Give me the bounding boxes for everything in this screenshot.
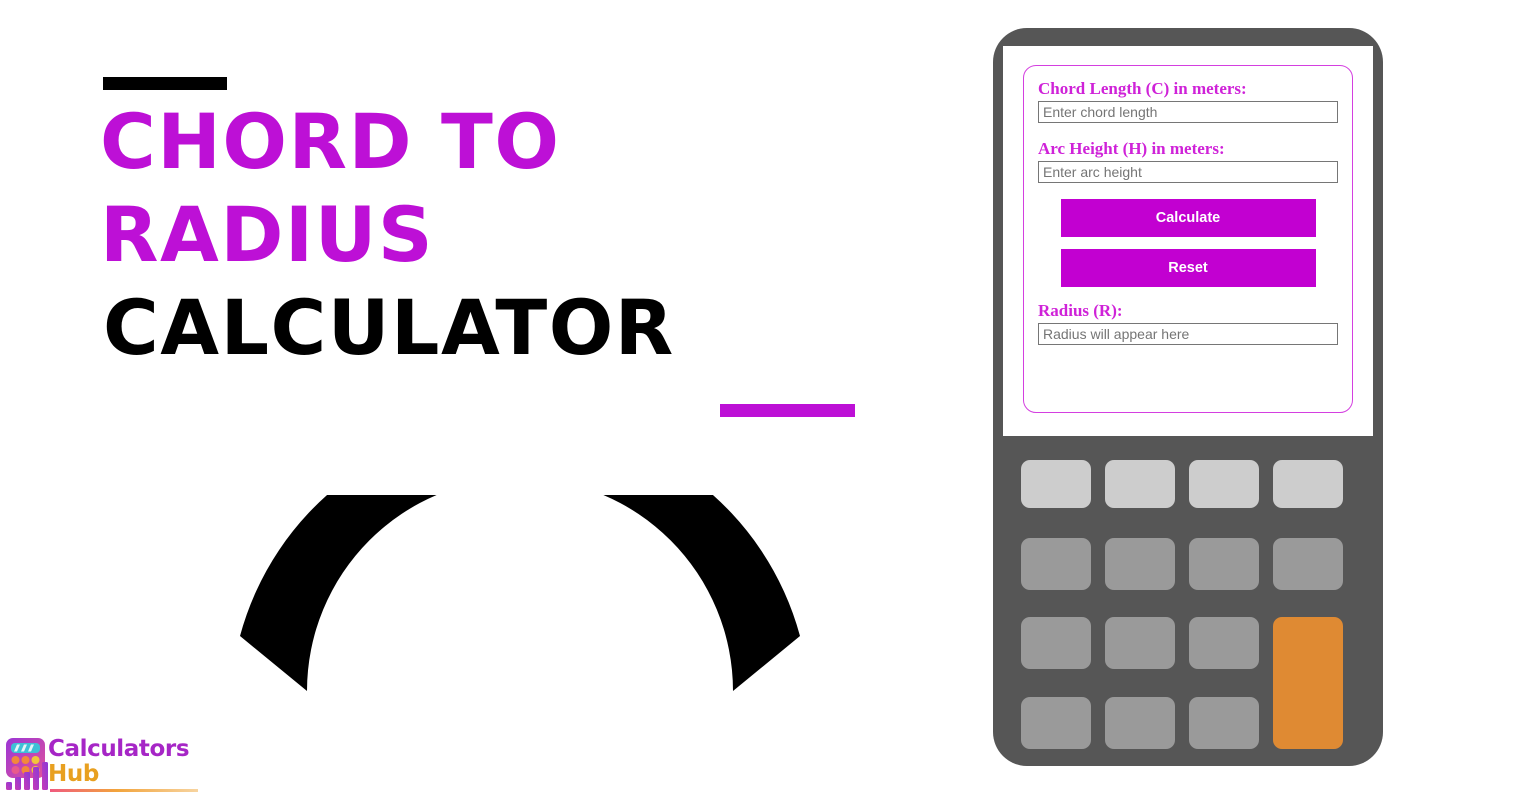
chord-length-input[interactable]: [1038, 101, 1338, 123]
top-rule-decoration: [103, 77, 227, 90]
keypad-key-r4c2[interactable]: [1105, 697, 1175, 749]
keypad-key-r3c3[interactable]: [1189, 617, 1259, 669]
radius-result-field[interactable]: [1038, 323, 1338, 345]
calculator-keypad: [1021, 460, 1355, 750]
arc-height-label: Arc Height (H) in meters:: [1038, 139, 1225, 158]
keypad-key-r1c3[interactable]: [1189, 460, 1259, 508]
keypad-key-r3c1[interactable]: [1021, 617, 1091, 669]
keypad-key-r2c1[interactable]: [1021, 538, 1091, 590]
title-line-1: CHORD TO: [100, 97, 561, 186]
title-line-2: RADIUS: [100, 190, 435, 279]
keypad-key-r1c1[interactable]: [1021, 460, 1091, 508]
keypad-key-r2c3[interactable]: [1189, 538, 1259, 590]
logo-word-calculators: Calculators: [48, 736, 190, 762]
keypad-key-accent-tall[interactable]: [1273, 617, 1343, 749]
logo-wordmark: Calculators Hub: [48, 735, 198, 793]
calculators-hub-logo-icon: [6, 738, 48, 790]
calculate-button[interactable]: Calculate: [1060, 199, 1316, 237]
bottom-rule-decoration: [720, 404, 855, 417]
keypad-key-r4c3[interactable]: [1189, 697, 1259, 749]
calculator-device: Chord Length (C) in meters: Arc Height (…: [993, 28, 1383, 766]
arc-height-input[interactable]: [1038, 161, 1338, 183]
logo-word-hub: Hub: [48, 761, 99, 787]
form-button-group: Calculate Reset: [1038, 199, 1338, 287]
keypad-key-r2c4[interactable]: [1273, 538, 1343, 590]
keypad-key-r3c2[interactable]: [1105, 617, 1175, 669]
page-title: CHORD TO RADIUS CALCULATOR: [100, 95, 900, 374]
title-line-3: CALCULATOR: [103, 283, 675, 372]
radius-result-label: Radius (R):: [1038, 301, 1123, 320]
logo-underline-decoration: [50, 789, 198, 792]
chord-to-radius-form: Chord Length (C) in meters: Arc Height (…: [1023, 65, 1353, 413]
hero-panel: CHORD TO RADIUS CALCULATOR Calculators H…: [0, 0, 960, 800]
calculators-hub-logo[interactable]: Calculators Hub: [2, 735, 202, 797]
calculator-screen-panel: Chord Length (C) in meters: Arc Height (…: [1003, 46, 1373, 436]
keypad-key-r1c4[interactable]: [1273, 460, 1343, 508]
keypad-key-r4c1[interactable]: [1021, 697, 1091, 749]
keypad-key-r1c2[interactable]: [1105, 460, 1175, 508]
chord-length-label: Chord Length (C) in meters:: [1038, 79, 1247, 98]
reset-button[interactable]: Reset: [1060, 249, 1316, 287]
keypad-key-r2c2[interactable]: [1105, 538, 1175, 590]
arc-segment-icon: [240, 495, 800, 691]
